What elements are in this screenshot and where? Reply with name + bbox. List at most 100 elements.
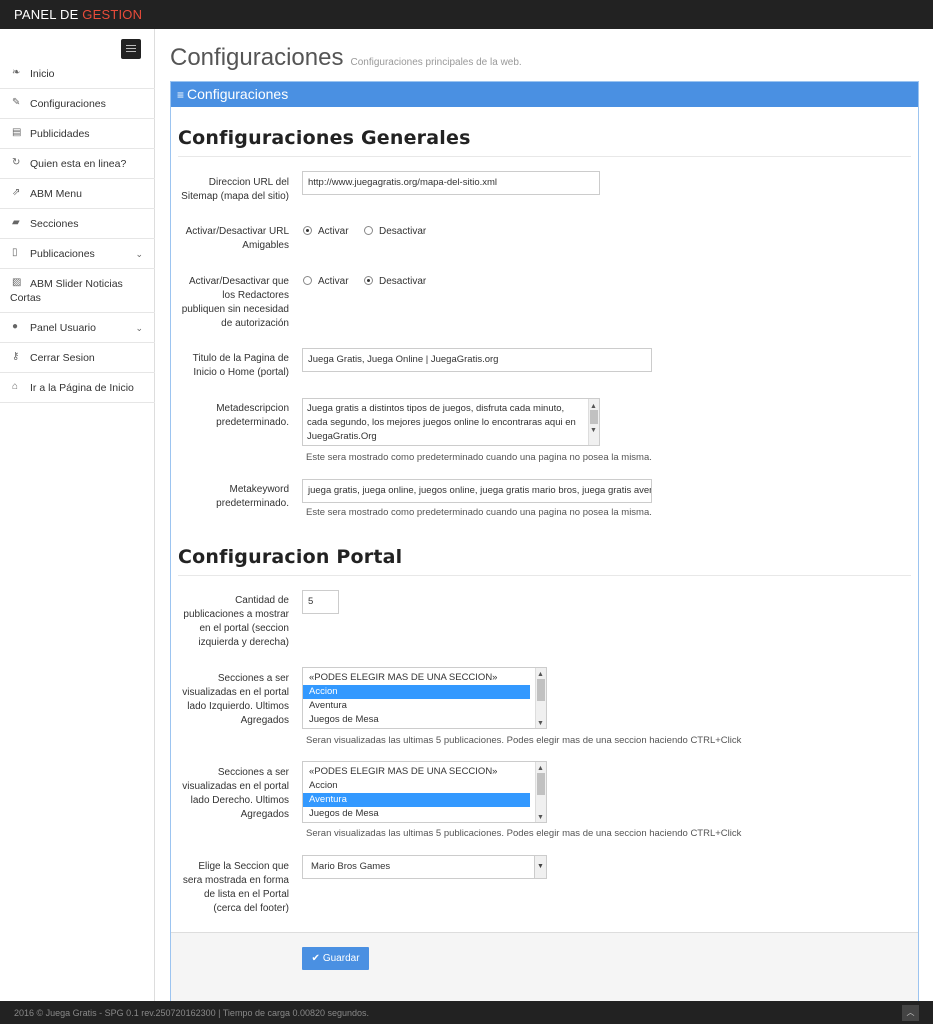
metadesc-textarea[interactable]: Juega gratis a distintos tipos de juegos… — [302, 398, 600, 446]
home-title-input[interactable]: Juega Gratis, Juega Online | JuegaGratis… — [302, 348, 652, 372]
sidebar-item-label: Secciones — [30, 218, 79, 230]
scrollbar-thumb[interactable] — [537, 773, 545, 795]
radio-unchecked-icon — [364, 226, 373, 235]
sidebar-item-quien-esta-en-linea[interactable]: ↻ Quien esta en linea? — [0, 149, 155, 179]
left-sections-help: Seran visualizadas las ultimas 5 publica… — [306, 735, 742, 746]
radio-unchecked-icon — [303, 276, 312, 285]
sidebar-item-label: ABM Slider Noticias Cortas — [10, 278, 123, 304]
radio-label: Activar — [318, 276, 349, 287]
page-title: Configuraciones — [170, 44, 344, 71]
left-sections-label: Secciones a ser visualizadas en el porta… — [182, 673, 289, 726]
chevron-down-icon: ⌄ — [135, 323, 143, 333]
section-title-portal: Configuracion Portal — [178, 546, 403, 568]
panel-title: Configuraciones — [187, 86, 289, 102]
sidebar-item-publicaciones[interactable]: ▯ Publicaciones ⌄ — [0, 239, 155, 269]
friendly-urls-desactivar-radio[interactable]: Desactivar — [364, 226, 426, 237]
listbox-option[interactable]: «PODES ELEGIR MAS DE UNA SECCION» — [303, 765, 530, 779]
metakeyword-help: Este sera mostrado como predeterminado c… — [306, 507, 652, 518]
file-icon: ▯ — [12, 247, 18, 258]
metadesc-help: Este sera mostrado como predeterminado c… — [306, 452, 652, 463]
right-sections-label: Secciones a ser visualizadas en el porta… — [182, 767, 289, 820]
listbox-option-selected[interactable]: Aventura — [303, 793, 530, 807]
sidebar-toggle-button[interactable] — [121, 39, 141, 59]
sidebar-item-publicidades[interactable]: ▤ Publicidades — [0, 119, 155, 149]
save-button[interactable]: ✔ Guardar — [302, 947, 369, 970]
count-label: Cantidad de publicaciones a mostrar en e… — [183, 595, 289, 648]
brand-logo[interactable]: PANEL DE GESTION — [14, 7, 142, 22]
section-title-general: Configuraciones Generales — [178, 127, 471, 149]
config-panel: ≡ Configuraciones Configuraciones General… — [170, 81, 919, 1012]
sidebar-item-secciones[interactable]: ▰ Secciones — [0, 209, 155, 239]
page-subtitle: Configuraciones principales de la web. — [350, 57, 522, 68]
section-divider — [178, 156, 911, 157]
sidebar-item-label: ABM Menu — [30, 188, 82, 200]
footer-section-label: Elige la Seccion que sera mostrada en fo… — [182, 861, 289, 914]
friendly-urls-activar-radio[interactable]: Activar — [303, 226, 349, 237]
brand-text: PANEL DE — [14, 7, 79, 22]
edit-icon: ✎ — [12, 97, 21, 108]
footer-section-select[interactable]: Mario Bros Games ▼ — [302, 855, 547, 879]
hamburger-icon-line — [126, 48, 136, 49]
right-sections-help: Seran visualizadas las ultimas 5 publica… — [306, 828, 742, 839]
listbox-option[interactable]: Accion — [303, 779, 530, 793]
sidebar-nav: ❧ Inicio ✎ Configuraciones ▤ Publicidade… — [0, 59, 155, 403]
listbox-option-selected[interactable]: Accion — [303, 685, 530, 699]
sidebar-item-abm-menu[interactable]: ⇗ ABM Menu — [0, 179, 155, 209]
scrollbar-thumb[interactable] — [537, 679, 545, 701]
metakeyword-input[interactable]: juega gratis, juega online, juegos onlin… — [302, 479, 652, 503]
sitemap-input[interactable]: http://www.juegagratis.org/mapa-del-siti… — [302, 171, 600, 195]
count-input[interactable]: 5 — [302, 590, 339, 614]
list-icon: ≡ — [177, 88, 185, 102]
scrollbar-thumb[interactable] — [590, 410, 598, 424]
chevron-down-icon: ▼ — [534, 856, 546, 878]
friendly-urls-label: Activar/Desactivar URL Amigables — [185, 226, 289, 251]
listbox-scrollbar[interactable]: ▲ ▼ — [535, 762, 546, 822]
check-icon: ✔ — [311, 953, 320, 964]
panel-footer: ✔ Guardar — [171, 932, 918, 1011]
listbox-scrollbar[interactable]: ▲ ▼ — [535, 668, 546, 728]
metadesc-text: Juega gratis a distintos tipos de juegos… — [307, 403, 576, 442]
listbox-option[interactable]: Juegos de Mesa — [303, 807, 530, 821]
gift-icon: ▤ — [12, 127, 22, 138]
metadesc-label: Metadescripcion predeterminado. — [216, 403, 289, 428]
sidebar: ❧ Inicio ✎ Configuraciones ▤ Publicidade… — [0, 29, 155, 1001]
section-divider — [178, 575, 911, 576]
scroll-down-icon: ▼ — [537, 814, 544, 821]
page-footer: 2016 © Juega Gratis - SPG 0.1 rev.250720… — [0, 1001, 933, 1024]
brand-text-accent: GESTION — [82, 7, 143, 22]
metakeyword-label: Metakeyword predeterminado. — [216, 484, 289, 509]
chevron-down-icon: ⌄ — [135, 249, 143, 259]
radio-label: Desactivar — [379, 226, 427, 237]
right-sections-listbox[interactable]: «PODES ELEGIR MAS DE UNA SECCION» Accion… — [302, 761, 547, 823]
sidebar-item-ir-inicio[interactable]: ⌂ Ir a la Página de Inicio — [0, 373, 155, 403]
external-link-icon: ⇗ — [12, 187, 21, 198]
sidebar-item-cerrar-sesion[interactable]: ⚷ Cerrar Sesion — [0, 343, 155, 373]
sidebar-item-panel-usuario[interactable]: ● Panel Usuario ⌄ — [0, 313, 155, 343]
refresh-icon: ↻ — [12, 157, 21, 168]
textarea-scrollbar[interactable]: ▲ ▼ — [588, 399, 599, 445]
listbox-option[interactable]: Juegos de Mesa — [303, 713, 530, 727]
sidebar-item-label: Panel Usuario — [30, 322, 96, 334]
sidebar-item-inicio[interactable]: ❧ Inicio — [0, 59, 155, 89]
user-icon: ● — [12, 321, 19, 332]
scroll-down-icon: ▼ — [590, 427, 597, 434]
listbox-option[interactable]: Aventura — [303, 699, 530, 713]
listbox-option[interactable]: «PODES ELEGIR MAS DE UNA SECCION» — [303, 671, 530, 685]
editors-publish-desactivar-radio[interactable]: Desactivar — [364, 276, 426, 287]
scroll-down-icon: ▼ — [537, 720, 544, 727]
sidebar-item-abm-slider[interactable]: ▨ ABM Slider Noticias Cortas — [0, 269, 155, 313]
select-value: Mario Bros Games — [311, 861, 391, 872]
sidebar-item-label: Ir a la Página de Inicio — [30, 382, 134, 394]
hamburger-icon-line — [126, 51, 136, 52]
radio-checked-icon — [364, 276, 373, 285]
scroll-to-top-button[interactable]: ︿ — [902, 1005, 919, 1021]
editors-publish-label: Activar/Desactivar que los Redactores pu… — [181, 276, 289, 329]
home-icon: ⌂ — [12, 381, 19, 392]
hamburger-icon — [126, 45, 136, 46]
sidebar-item-configuraciones[interactable]: ✎ Configuraciones — [0, 89, 155, 119]
sidebar-item-label: Cerrar Sesion — [30, 352, 95, 364]
footer-text: 2016 © Juega Gratis - SPG 0.1 rev.250720… — [14, 1008, 370, 1018]
editors-publish-activar-radio[interactable]: Activar — [303, 276, 349, 287]
sidebar-item-label: Publicaciones — [30, 248, 95, 260]
left-sections-listbox[interactable]: «PODES ELEGIR MAS DE UNA SECCION» Accion… — [302, 667, 547, 729]
